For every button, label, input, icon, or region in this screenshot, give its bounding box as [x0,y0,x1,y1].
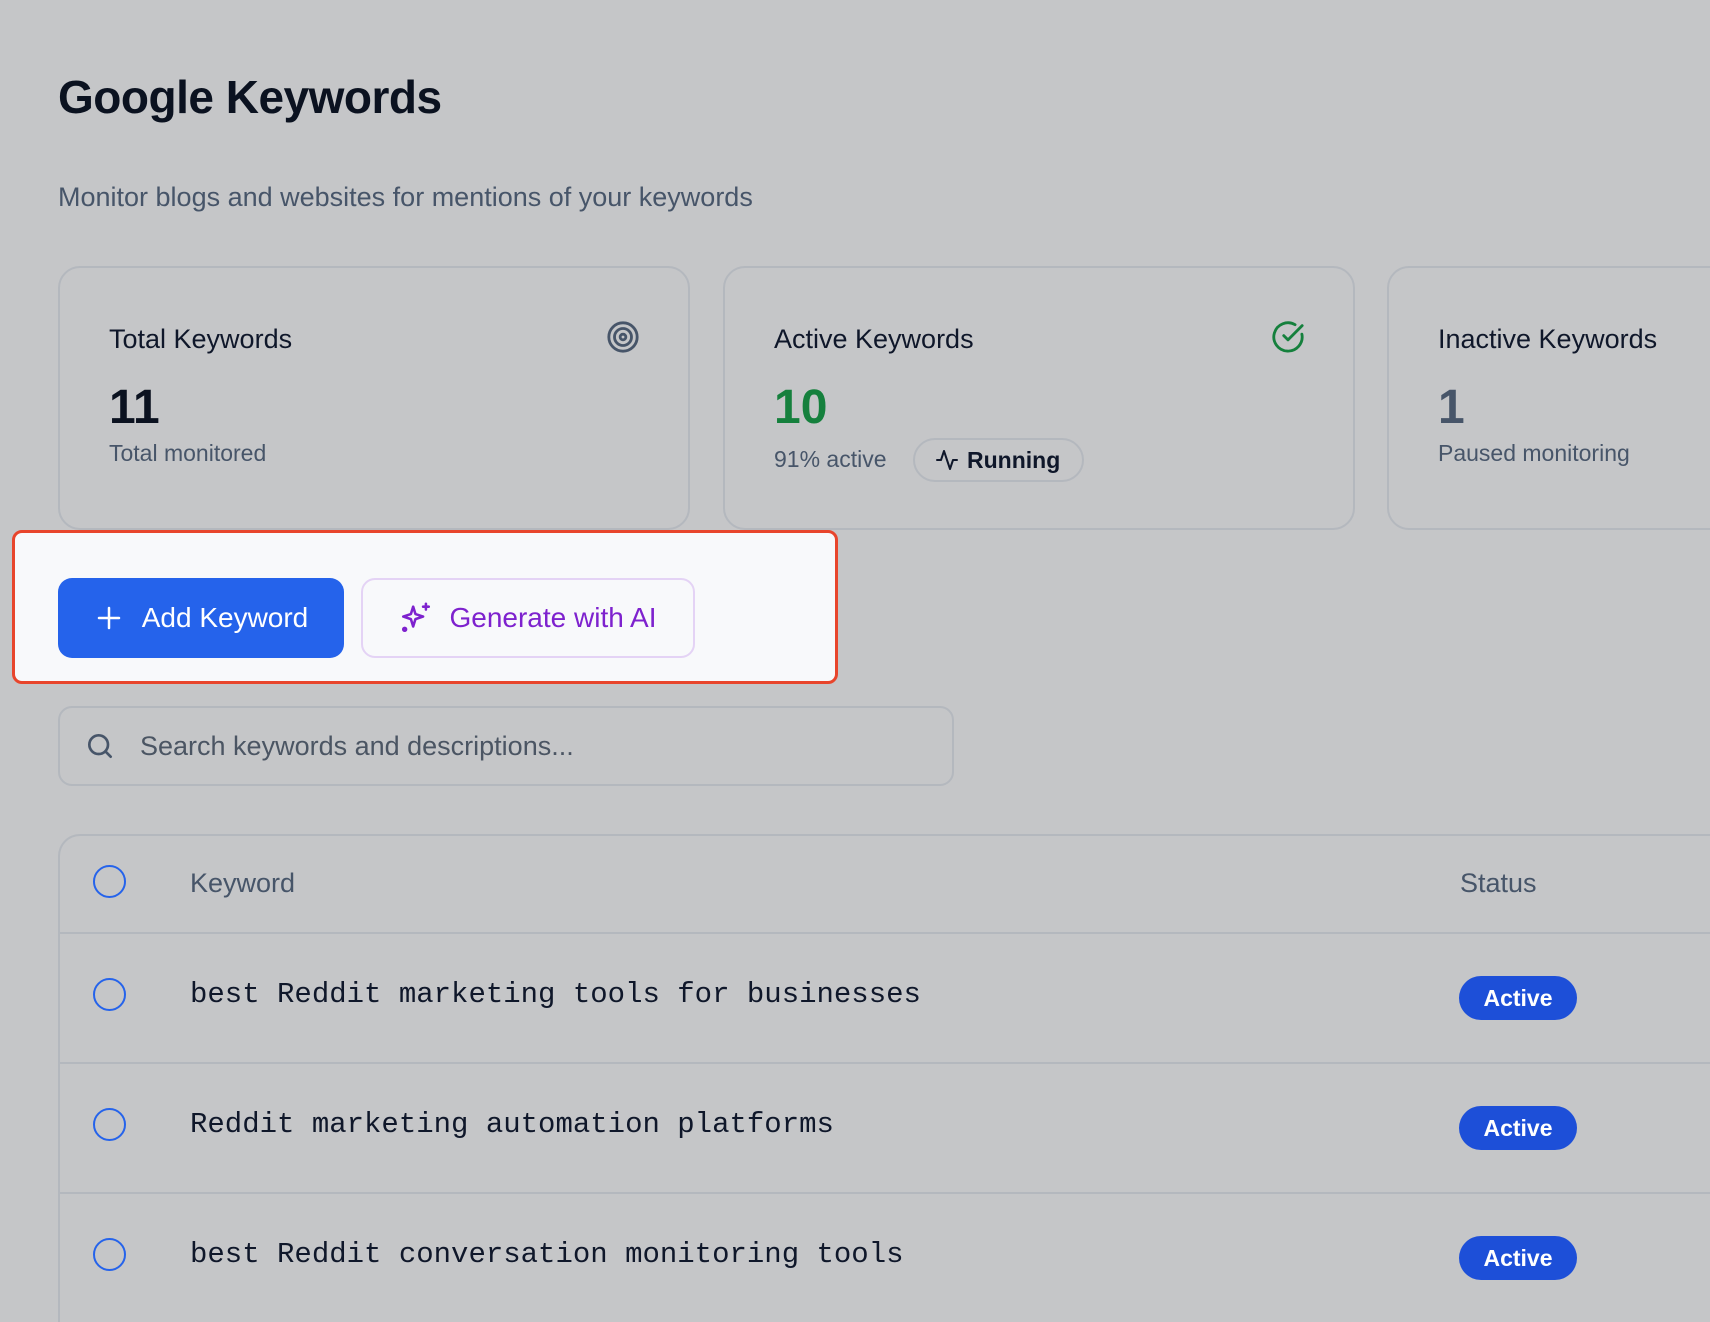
search-icon [88,734,112,758]
table-row[interactable]: Reddit marketing automation platforms Ac… [60,1064,1710,1194]
column-header-keyword[interactable]: Keyword [190,868,295,899]
column-header-status[interactable]: Status [1460,868,1537,899]
row-checkbox[interactable] [93,1108,126,1141]
table-row[interactable]: best Reddit marketing tools for business… [60,934,1710,1064]
active-keywords-value: 10 [774,381,828,434]
total-keywords-label: Total Keywords [109,324,293,354]
search-box [58,706,954,786]
sparkles-icon [402,602,431,633]
running-badge: Running [913,438,1085,482]
add-keyword-button[interactable]: Add Keyword [58,578,344,658]
inactive-keywords-card: Inactive Keywords 1 Paused monitoring [1387,266,1710,530]
inactive-keywords-label: Inactive Keywords [1438,324,1658,354]
inactive-keywords-caption: Paused monitoring [1438,440,1630,466]
row-checkbox[interactable] [93,978,126,1011]
keyword-text: Reddit marketing automation platforms [190,1108,834,1141]
keyword-text: best Reddit conversation monitoring tool… [190,1238,904,1271]
target-icon [607,321,639,353]
table-row[interactable]: best Reddit conversation monitoring tool… [60,1194,1710,1322]
page-subtitle: Monitor blogs and websites for mentions … [58,182,753,212]
page-title: Google Keywords [58,71,442,123]
active-keywords-label: Active Keywords [774,324,974,354]
check-circle-icon [1272,321,1304,353]
add-keyword-label: Add Keyword [141,602,309,633]
status-badge: Active [1459,1236,1577,1280]
activity-icon [936,450,958,470]
running-badge-label: Running [967,446,1061,473]
select-all-checkbox[interactable] [93,865,126,898]
status-badge: Active [1459,976,1577,1020]
total-keywords-caption: Total monitored [109,440,267,466]
keyword-text: best Reddit marketing tools for business… [190,978,921,1011]
status-badge: Active [1459,1106,1577,1150]
keywords-table: Keyword Status best Reddit marketing too… [58,834,1710,1322]
generate-with-ai-button[interactable]: Generate with AI [361,578,695,658]
active-keywords-card: Active Keywords 10 91% active Running [723,266,1355,530]
plus-icon [97,606,120,630]
row-checkbox[interactable] [93,1238,126,1271]
active-keywords-caption: 91% active [774,446,887,472]
google-keywords-page: Google Keywords Monitor blogs and websit… [0,0,1710,1322]
search-input[interactable] [140,708,930,784]
table-header-row: Keyword Status [60,836,1710,934]
total-keywords-value: 11 [109,381,160,434]
inactive-keywords-value: 1 [1438,381,1465,434]
generate-with-ai-label: Generate with AI [449,602,657,633]
total-keywords-card: Total Keywords 11 Total monitored [58,266,690,530]
